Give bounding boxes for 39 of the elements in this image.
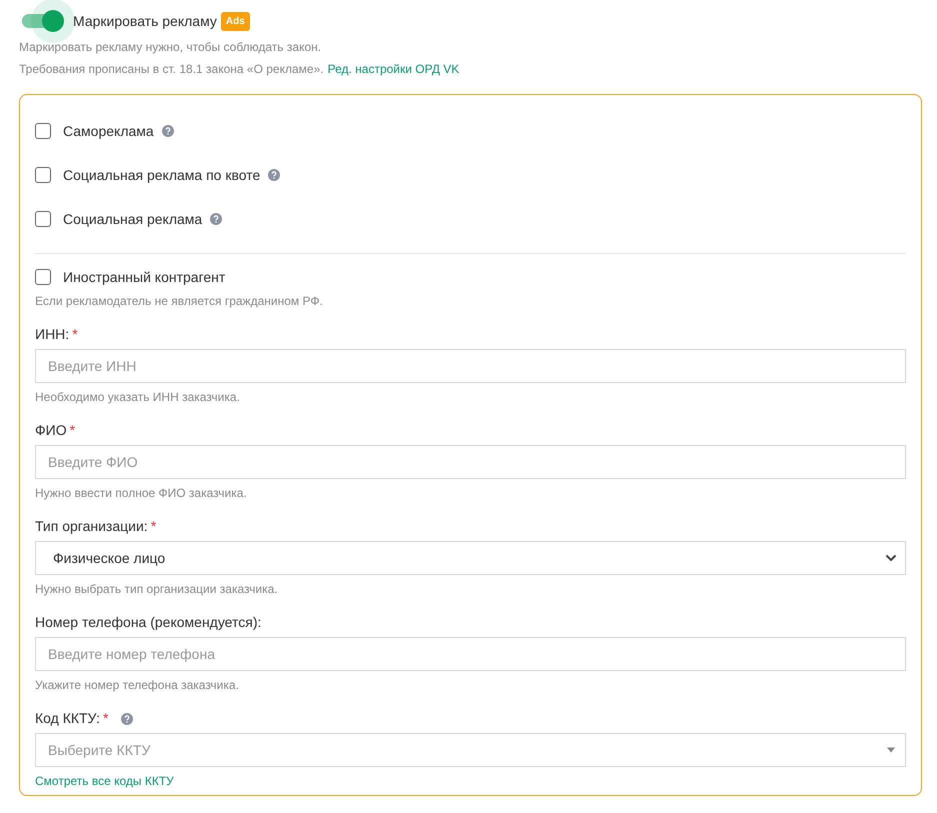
- help-icon[interactable]: [121, 712, 134, 724]
- checkbox-label: Самореклама: [63, 122, 154, 141]
- hint-text: Если рекламодатель не является гражданином РФ.: [35, 293, 324, 310]
- checkbox[interactable]: [35, 167, 51, 183]
- hint-text: Нужно ввести полное ФИО заказчика.: [35, 485, 248, 502]
- tag: Ads: [220, 12, 250, 30]
- toggle-label: Маркировать рекламу: [73, 12, 217, 31]
- description-text: Требования прописаны в ст. 18.1 закона «О рекламе».: [19, 61, 324, 78]
- help-icon[interactable]: [210, 213, 222, 225]
- field-label: ИНН:: [35, 325, 70, 344]
- checkbox[interactable]: [35, 211, 51, 227]
- required-mark: *: [72, 325, 78, 344]
- checkbox-label: Социальная реклама по квоте: [63, 166, 260, 185]
- field-label: Номер телефона (рекомендуется):: [35, 613, 262, 632]
- required-mark: *: [70, 421, 76, 440]
- dropdown[interactable]: Выберите ККТУ: [35, 733, 906, 767]
- checkbox[interactable]: [35, 269, 51, 285]
- field-label: Тип организации:: [35, 517, 148, 536]
- caret-icon: [885, 746, 897, 754]
- field-label: Код ККТУ:: [35, 709, 100, 728]
- input-field[interactable]: Введите ФИО: [35, 445, 906, 479]
- input-field[interactable]: Введите номер телефона: [35, 637, 906, 671]
- checkbox-label: Социальная реклама: [63, 210, 202, 229]
- dropdown[interactable]: Физическое лицо: [35, 541, 906, 575]
- help-icon[interactable]: [268, 169, 280, 181]
- required-mark: *: [150, 517, 156, 536]
- hint-text: Необходимо указать ИНН заказчика.: [35, 389, 241, 406]
- caret-icon: [885, 554, 897, 562]
- field-label: ФИО: [35, 421, 67, 440]
- help-icon[interactable]: [162, 125, 174, 137]
- description-text: Маркировать рекламу нужно, чтобы соблюдать закон.: [19, 39, 322, 56]
- hint-text: Укажите номер телефона заказчика.: [35, 677, 240, 694]
- required-mark: *: [103, 709, 108, 728]
- codes-link[interactable]: Смотреть все коды ККТУ: [35, 772, 174, 790]
- hint-text: Нужно выбрать тип организации заказчика.: [35, 581, 279, 598]
- settings-link[interactable]: Ред. настройки ОРД VK: [328, 60, 460, 78]
- checkbox-label: Иностранный контрагент: [63, 268, 226, 287]
- checkbox[interactable]: [35, 123, 51, 139]
- input-field[interactable]: Введите ИНН: [35, 349, 906, 383]
